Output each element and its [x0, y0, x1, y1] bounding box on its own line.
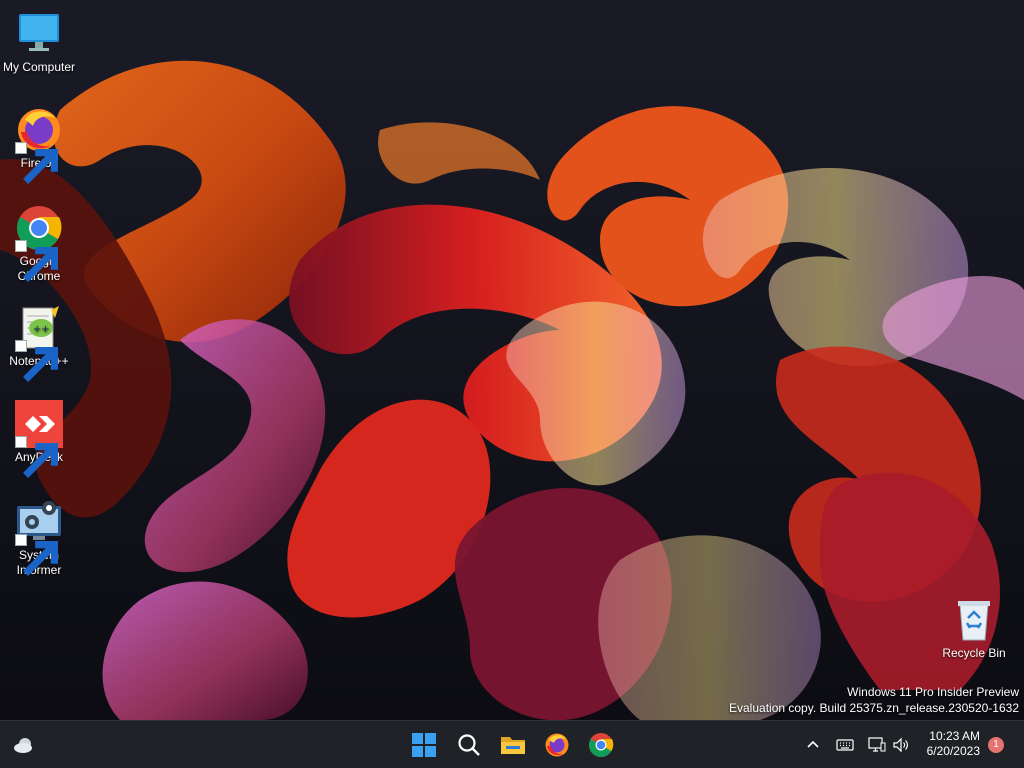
widgets-button[interactable]: [6, 727, 42, 763]
desktop-icon-firefox[interactable]: Firefox: [1, 106, 77, 184]
desktop-icon-label: Recycle Bin: [942, 646, 1006, 660]
desktop-icon-recycle-bin[interactable]: Recycle Bin: [936, 596, 1012, 661]
speaker-icon: [892, 737, 910, 753]
touch-keyboard-button[interactable]: [834, 733, 856, 757]
notification-badge[interactable]: 1: [988, 737, 1004, 753]
shortcut-arrow-icon: [15, 240, 58, 282]
firefox-taskbar-button[interactable]: [539, 727, 575, 763]
network-icon: [868, 737, 886, 753]
folder-icon: [500, 732, 526, 758]
desktop-icon-google-chrome[interactable]: Google Chrome: [1, 204, 77, 284]
windows-logo-icon: [411, 732, 437, 758]
chrome-icon: [15, 204, 63, 282]
network-status-button[interactable]: [866, 733, 888, 757]
desktop-icon-my-computer[interactable]: My Computer: [1, 10, 77, 75]
recycle-bin-icon: [950, 596, 998, 644]
taskbar: 10:23 AM 6/20/2023 1: [0, 720, 1024, 768]
firefox-icon: [544, 732, 570, 758]
firefox-icon: [15, 106, 63, 184]
monitor-icon: [15, 10, 63, 58]
shortcut-arrow-icon: [15, 436, 58, 478]
chevron-up-icon: [806, 738, 820, 752]
notepad-plus-plus-icon: ++: [15, 304, 63, 382]
anydesk-icon: [15, 400, 63, 478]
search-icon: [456, 732, 482, 758]
desktop-icon-label: My Computer: [2, 60, 76, 74]
show-hidden-icons-button[interactable]: [804, 733, 822, 757]
file-explorer-button[interactable]: [495, 727, 531, 763]
desktop-icon-notepad-plus-plus[interactable]: ++ Notepad++: [1, 304, 77, 382]
search-button[interactable]: [451, 727, 487, 763]
chrome-taskbar-button[interactable]: [583, 727, 619, 763]
shortcut-arrow-icon: [15, 340, 58, 382]
desktop-icon-system-informer[interactable]: System Informer: [1, 498, 77, 578]
desktop-icon-anydesk[interactable]: AnyDesk: [1, 400, 77, 478]
clock-time: 10:23 AM: [929, 729, 980, 743]
keyboard-icon: [836, 738, 854, 752]
clock-date: 6/20/2023: [926, 744, 980, 758]
shortcut-arrow-icon: [15, 534, 58, 576]
svg-text:++: ++: [33, 324, 50, 335]
chrome-icon: [588, 732, 614, 758]
watermark-line-build: Evaluation copy. Build 25375.zn_release.…: [729, 701, 1019, 715]
start-button[interactable]: [406, 727, 442, 763]
clock[interactable]: 10:23 AM 6/20/2023: [916, 729, 980, 759]
volume-button[interactable]: [890, 733, 912, 757]
watermark-line-edition: Windows 11 Pro Insider Preview: [847, 685, 1019, 699]
shortcut-arrow-icon: [15, 142, 58, 184]
system-informer-icon: [15, 498, 63, 576]
windows-evaluation-watermark: Windows 11 Pro Insider Preview Evaluatio…: [729, 684, 1019, 716]
weather-icon: [11, 732, 37, 758]
desktop-wallpaper: [0, 0, 1024, 720]
